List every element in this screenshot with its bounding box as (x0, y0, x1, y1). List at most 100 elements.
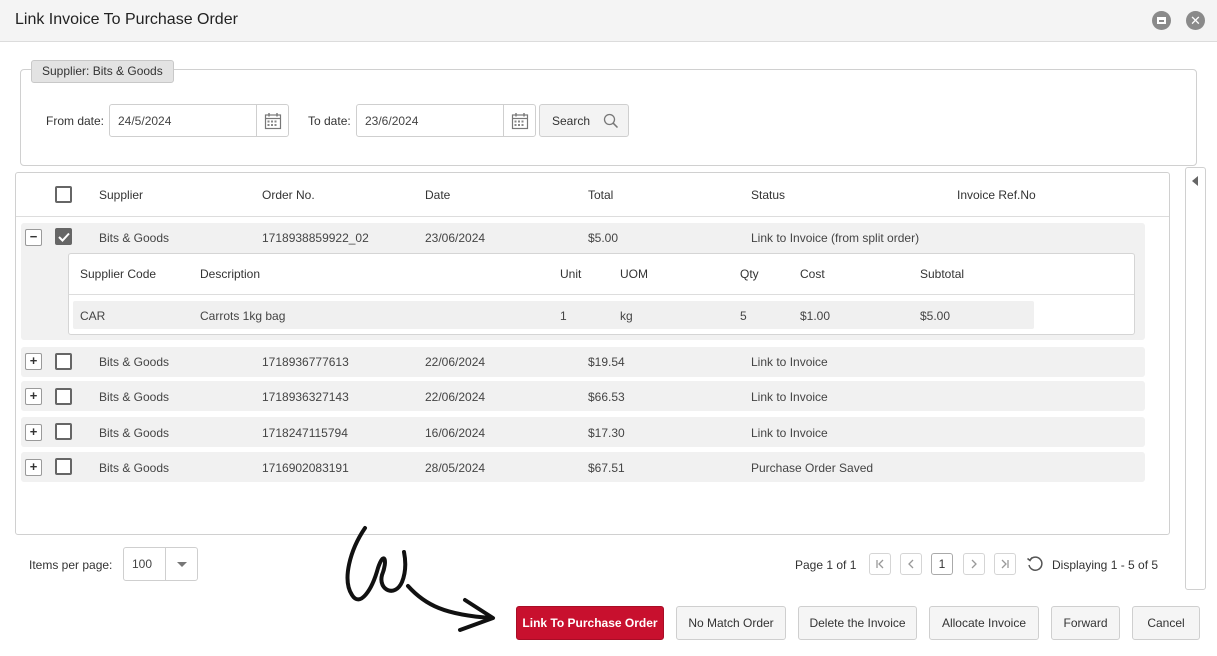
row-supplier: Bits & Goods (99, 390, 170, 404)
checkmark-icon (57, 232, 70, 242)
col-status[interactable]: Status (751, 188, 785, 202)
table-row[interactable] (21, 417, 1145, 447)
row-total: $67.51 (588, 461, 625, 475)
row-date: 22/06/2024 (425, 355, 486, 369)
col-supplier[interactable]: Supplier (99, 188, 143, 202)
detail-description: Carrots 1kg bag (200, 309, 286, 323)
detail-qty: 5 (740, 309, 747, 323)
items-per-page-label: Items per page: (29, 558, 113, 572)
row-date: 23/06/2024 (425, 231, 486, 245)
forward-button[interactable]: Forward (1051, 606, 1120, 640)
dialog-title: Link Invoice To Purchase Order (15, 11, 238, 28)
row-date: 16/06/2024 (425, 426, 486, 440)
row-checkbox[interactable] (55, 388, 72, 405)
row-order-no: 1718247115794 (262, 426, 348, 440)
col-invoice-ref[interactable]: Invoice Ref.No (957, 188, 1036, 202)
last-page-button[interactable] (994, 553, 1016, 575)
row-order-no: 1718936777613 (262, 355, 349, 369)
row-status: Link to Invoice (751, 355, 828, 369)
first-page-icon (876, 559, 884, 569)
row-order-no: 1718938859922_02 (262, 231, 369, 245)
search-button[interactable]: Search (539, 104, 629, 137)
from-date-value: 24/5/2024 (118, 114, 172, 128)
detail-col-subtotal: Subtotal (920, 267, 965, 281)
collapse-row-button[interactable]: − (25, 229, 42, 246)
from-calendar-button[interactable] (256, 105, 288, 136)
table-row[interactable] (21, 347, 1145, 377)
row-status: Link to Invoice (751, 390, 828, 404)
items-per-page-value: 100 (132, 557, 153, 571)
expand-row-button[interactable]: + (25, 424, 42, 441)
prev-page-button[interactable] (900, 553, 922, 575)
row-date: 28/05/2024 (425, 461, 486, 475)
supplier-legend: Supplier: Bits & Goods (31, 60, 174, 83)
row-order-no: 1718936327143 (262, 390, 349, 404)
detail-col-qty: Qty (740, 267, 759, 281)
detail-cost: $1.00 (800, 309, 831, 323)
row-date: 22/06/2024 (425, 390, 486, 404)
close-button[interactable]: ✕ (1186, 11, 1205, 30)
detail-header: Supplier Code Description Unit UOM Qty C… (69, 254, 1134, 295)
first-page-button[interactable] (869, 553, 891, 575)
row-supplier: Bits & Goods (99, 426, 170, 440)
allocate-invoice-button[interactable]: Allocate Invoice (929, 606, 1039, 640)
detail-uom: kg (620, 309, 633, 323)
search-icon (603, 113, 619, 129)
row-supplier: Bits & Goods (99, 355, 170, 369)
delete-invoice-button[interactable]: Delete the Invoice (798, 606, 917, 640)
page-1-button[interactable]: 1 (931, 553, 953, 575)
detail-subtotal: $5.00 (920, 309, 951, 323)
expand-row-button[interactable]: + (25, 459, 42, 476)
table-row[interactable] (21, 381, 1145, 411)
row-status: Link to Invoice (from split order) (751, 231, 920, 245)
detail-col-description: Description (200, 267, 261, 281)
to-date-value: 23/6/2024 (365, 114, 419, 128)
cancel-button[interactable]: Cancel (1132, 606, 1200, 640)
next-page-button[interactable] (963, 553, 985, 575)
table-row[interactable] (21, 452, 1145, 482)
row-total: $5.00 (588, 231, 619, 245)
detail-col-supplier-code: Supplier Code (80, 267, 157, 281)
calendar-icon (264, 112, 281, 129)
chevron-left-icon (908, 559, 914, 569)
title-bar: Link Invoice To Purchase Order ✕ (0, 0, 1217, 42)
row-checkbox[interactable] (55, 423, 72, 440)
select-all-checkbox[interactable] (55, 186, 72, 203)
from-date-input[interactable]: 24/5/2024 (109, 104, 289, 137)
to-calendar-button[interactable] (503, 105, 535, 136)
row-supplier: Bits & Goods (99, 461, 170, 475)
link-to-purchase-order-button[interactable]: Link To Purchase Order (516, 606, 664, 640)
col-order-no[interactable]: Order No. (262, 188, 315, 202)
chevron-right-icon (971, 559, 977, 569)
dropdown-button[interactable] (165, 548, 197, 580)
chevron-down-icon (176, 561, 187, 567)
page-info: Page 1 of 1 (795, 558, 857, 572)
close-icon: ✕ (1190, 13, 1201, 28)
row-total: $66.53 (588, 390, 625, 404)
no-match-order-button[interactable]: No Match Order (676, 606, 786, 640)
row-total: $19.54 (588, 355, 625, 369)
side-panel-toggle[interactable] (1185, 167, 1206, 590)
col-date[interactable]: Date (425, 188, 450, 202)
refresh-button[interactable] (1024, 553, 1046, 575)
expand-row-button[interactable]: + (25, 353, 42, 370)
row-checkbox[interactable] (55, 353, 72, 370)
items-per-page-select[interactable]: 100 (123, 547, 198, 581)
maximize-icon (1157, 17, 1166, 24)
detail-col-unit: Unit (560, 267, 582, 281)
displaying-info: Displaying 1 - 5 of 5 (1052, 558, 1159, 572)
col-total[interactable]: Total (588, 188, 613, 202)
search-button-label: Search (552, 114, 591, 128)
maximize-button[interactable] (1152, 11, 1171, 30)
row-status: Link to Invoice (751, 426, 828, 440)
refresh-icon (1027, 556, 1043, 571)
detail-unit: 1 (560, 309, 567, 323)
calendar-icon (511, 112, 528, 129)
row-order-no: 1716902083191 (262, 461, 349, 475)
row-checkbox[interactable] (55, 458, 72, 475)
row-checkbox[interactable] (55, 228, 72, 245)
to-date-input[interactable]: 23/6/2024 (356, 104, 536, 137)
expand-row-button[interactable]: + (25, 388, 42, 405)
detail-row[interactable]: CAR Carrots 1kg bag 1 kg 5 $1.00 $5.00 (73, 301, 1034, 329)
order-detail-table: Supplier Code Description Unit UOM Qty C… (68, 253, 1135, 335)
